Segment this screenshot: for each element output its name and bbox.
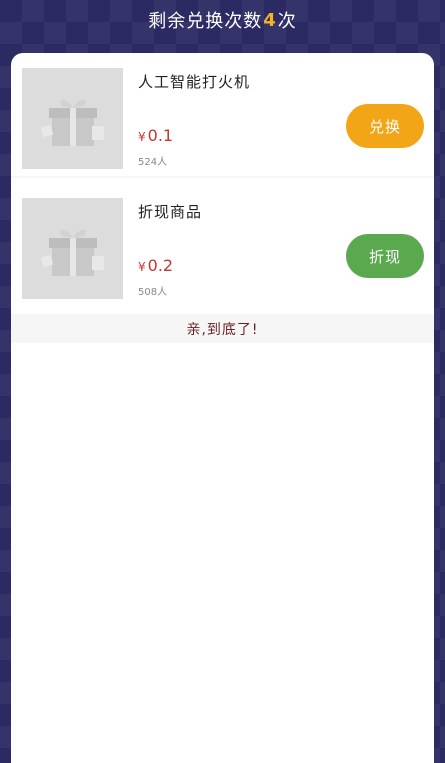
remaining-count: 4 bbox=[263, 9, 277, 31]
price-value: 0.2 bbox=[147, 256, 174, 275]
currency-symbol: ¥ bbox=[138, 130, 146, 144]
header-suffix: 次 bbox=[277, 11, 297, 32]
product-name: 折现商品 bbox=[138, 203, 203, 221]
cash-out-button[interactable]: 折现 bbox=[346, 234, 424, 278]
product-thumbnail bbox=[22, 198, 123, 299]
list-item: 人工智能打火机 ¥0.1 524人 兑换 bbox=[11, 53, 434, 169]
participant-count: 524人 bbox=[138, 157, 168, 168]
participant-count: 508人 bbox=[138, 287, 168, 298]
divider bbox=[11, 176, 434, 178]
end-of-list-message: 亲,到底了! bbox=[11, 314, 434, 343]
product-list-card: 人工智能打火机 ¥0.1 524人 兑换 折现商品 ¥0.2 508人 折现 亲… bbox=[11, 53, 434, 763]
price-value: 0.1 bbox=[147, 126, 174, 145]
product-name: 人工智能打火机 bbox=[138, 73, 251, 91]
product-price: ¥0.1 bbox=[138, 126, 173, 145]
gift-box-icon bbox=[40, 229, 104, 276]
currency-symbol: ¥ bbox=[138, 260, 146, 274]
list-item: 折现商品 ¥0.2 508人 折现 bbox=[11, 183, 434, 299]
product-price: ¥0.2 bbox=[138, 256, 173, 275]
exchange-button[interactable]: 兑换 bbox=[346, 104, 424, 148]
header-prefix: 剩余兑换次数 bbox=[148, 11, 263, 32]
product-thumbnail bbox=[22, 68, 123, 169]
page-header: 剩余兑换次数 4 次 bbox=[0, 0, 445, 40]
gift-box-icon bbox=[40, 99, 104, 146]
